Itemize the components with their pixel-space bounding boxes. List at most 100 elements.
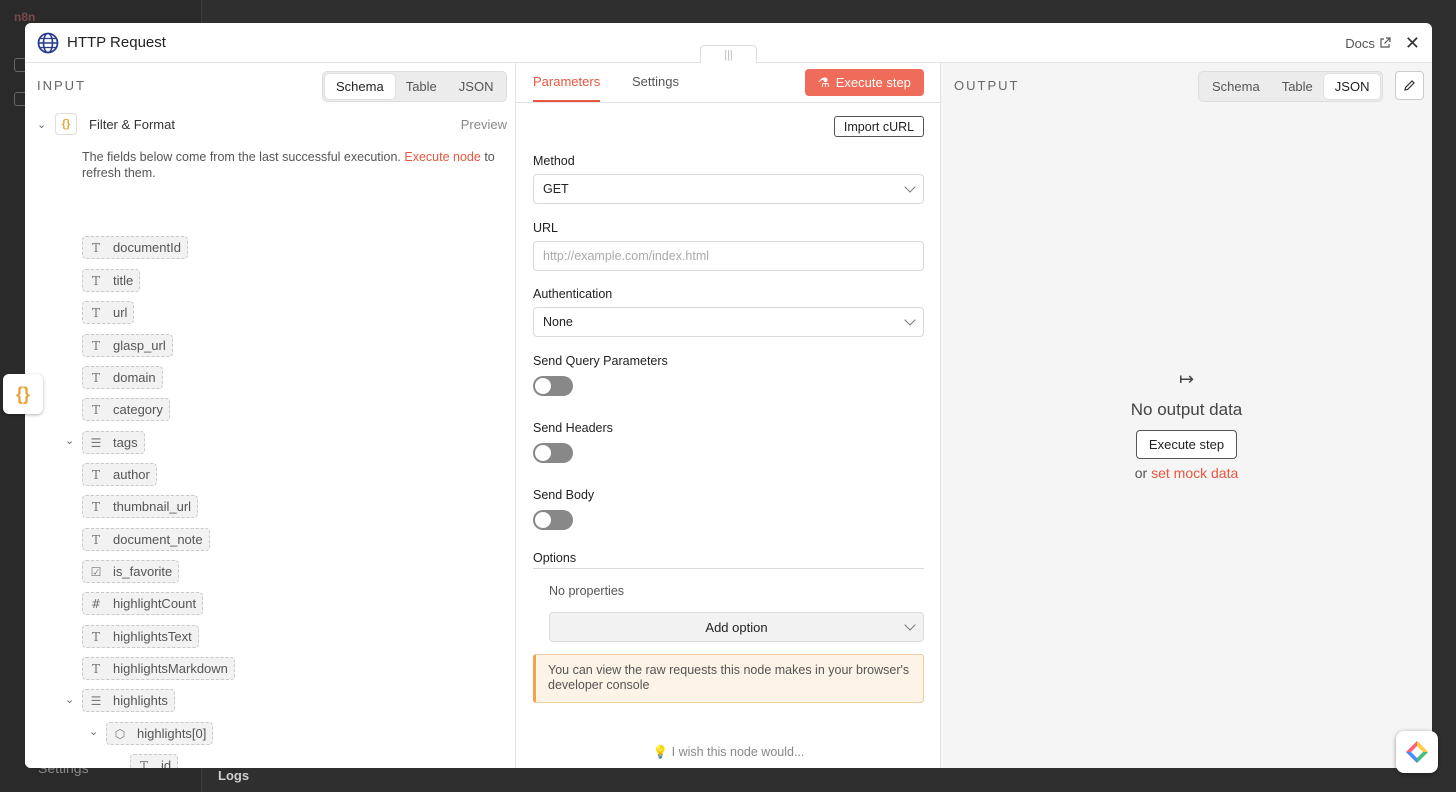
- input-label: INPUT: [37, 78, 86, 93]
- authentication-label: Authentication: [533, 287, 613, 301]
- input-view-toggle: Schema Table JSON: [322, 71, 508, 102]
- schema-field[interactable]: Tauthor: [82, 463, 157, 486]
- schema-field[interactable]: ⬡ highlights[0]: [106, 722, 214, 745]
- preview-label: Preview: [460, 116, 507, 132]
- assistant-fab[interactable]: [1396, 731, 1438, 773]
- url-input[interactable]: [533, 241, 924, 271]
- chevron-down-icon: [904, 181, 916, 193]
- number-type-icon: #: [90, 596, 102, 611]
- schema-field[interactable]: ThighlightsText: [82, 625, 199, 648]
- schema-field[interactable]: Tdocument_note: [82, 528, 210, 551]
- add-option-label: Add option: [705, 619, 768, 635]
- schema-field[interactable]: Tid: [130, 754, 179, 769]
- edit-output-button[interactable]: [1395, 71, 1424, 100]
- send-headers-toggle[interactable]: [533, 443, 573, 463]
- field-name: document_note: [113, 532, 203, 547]
- close-icon[interactable]: ✕: [1405, 34, 1420, 52]
- docs-link[interactable]: Docs: [1345, 36, 1391, 51]
- execute-node-link[interactable]: Execute node: [404, 150, 480, 164]
- chevron-down-icon[interactable]: ⌄: [65, 434, 74, 447]
- schema-field[interactable]: Tdomain: [82, 366, 163, 389]
- set-mock-data-link[interactable]: set mock data: [1151, 465, 1238, 481]
- chevron-down-icon[interactable]: ⌄: [65, 693, 74, 706]
- schema-field[interactable]: Turl: [82, 301, 135, 324]
- send-body-label: Send Body: [533, 488, 595, 502]
- logs-label[interactable]: Logs: [218, 768, 249, 783]
- field-name: glasp_url: [113, 338, 166, 353]
- schema-field[interactable]: ☰ tags: [82, 431, 145, 454]
- feedback-link[interactable]: 💡 I wish this node would...: [516, 745, 940, 760]
- text-type-icon: T: [91, 402, 100, 417]
- or-text: or: [1134, 465, 1148, 481]
- field-name: domain: [113, 370, 156, 385]
- feedback-text: I wish this node would...: [671, 745, 805, 759]
- schema-field[interactable]: ThighlightsMarkdown: [82, 657, 235, 680]
- field-name: tags: [113, 435, 138, 450]
- output-view-json[interactable]: JSON: [1323, 74, 1381, 99]
- field-name: highlights: [113, 693, 168, 708]
- input-view-table[interactable]: Table: [395, 74, 448, 99]
- text-type-icon: T: [91, 370, 100, 385]
- input-node-name: Filter & Format: [89, 116, 175, 132]
- options-divider: [533, 568, 924, 569]
- input-node-row[interactable]: ⌄ {} Filter & Format Preview: [37, 111, 507, 137]
- field-name: is_favorite: [113, 564, 173, 579]
- output-view-schema[interactable]: Schema: [1201, 74, 1271, 99]
- method-label: Method: [533, 154, 575, 168]
- text-type-icon: T: [91, 467, 100, 482]
- chevron-down-icon[interactable]: ⌄: [37, 118, 55, 131]
- schema-field[interactable]: ☑ is_favorite: [82, 560, 180, 583]
- tab-parameters[interactable]: Parameters: [533, 74, 601, 102]
- app-logo: n8n: [14, 10, 36, 24]
- output-execute-step-button[interactable]: Execute step: [1135, 430, 1238, 459]
- field-name: author: [113, 467, 150, 482]
- schema-field[interactable]: TdocumentId: [82, 236, 188, 259]
- output-label: OUTPUT: [954, 78, 1020, 93]
- text-type-icon: T: [91, 240, 100, 255]
- authentication-value: None: [543, 315, 573, 329]
- info-notice: You can view the raw requests this node …: [533, 654, 924, 703]
- send-body-toggle[interactable]: [533, 510, 573, 530]
- field-name: category: [113, 402, 163, 417]
- output-view-table[interactable]: Table: [1271, 74, 1324, 99]
- pencil-icon: [1404, 80, 1415, 91]
- text-type-icon: T: [91, 338, 100, 353]
- send-query-label: Send Query Parameters: [533, 354, 668, 368]
- schema-field[interactable]: # highlightCount: [82, 592, 204, 615]
- schema-field[interactable]: Ttitle: [82, 269, 141, 292]
- schema-field[interactable]: ☰ highlights: [82, 689, 175, 712]
- schema-field[interactable]: Tglasp_url: [82, 334, 173, 357]
- input-view-json[interactable]: JSON: [448, 74, 505, 99]
- url-label: URL: [533, 221, 559, 235]
- authentication-select[interactable]: None: [533, 307, 924, 337]
- send-query-toggle[interactable]: [533, 376, 573, 396]
- input-view-schema[interactable]: Schema: [325, 74, 395, 99]
- node-modal: HTTP Request Docs ✕ ||| INPUT Schema Tab…: [25, 23, 1432, 768]
- field-name: thumbnail_url: [113, 499, 192, 514]
- schema-field[interactable]: Tcategory: [82, 398, 170, 421]
- input-node-badge[interactable]: {}: [3, 374, 43, 414]
- method-value: GET: [543, 182, 569, 196]
- method-select[interactable]: GET: [533, 174, 924, 204]
- code-braces-icon: {}: [55, 113, 77, 135]
- text-type-icon: T: [91, 305, 100, 320]
- tab-settings[interactable]: Settings: [632, 74, 679, 100]
- checkbox-type-icon: ☑: [90, 564, 102, 579]
- execute-step-button[interactable]: ⚗ Execute step: [805, 69, 924, 96]
- chevron-down-icon[interactable]: ⌄: [89, 725, 98, 738]
- text-type-icon: T: [91, 532, 100, 547]
- panel-drag-handle[interactable]: |||: [700, 45, 757, 65]
- import-curl-button[interactable]: Import cURL: [834, 116, 924, 137]
- text-type-icon: T: [91, 499, 100, 514]
- field-name: highlightsMarkdown: [113, 661, 228, 676]
- text-type-icon: T: [139, 758, 148, 769]
- field-name: documentId: [113, 240, 181, 255]
- add-option-button[interactable]: Add option: [549, 612, 924, 642]
- external-link-icon: [1380, 37, 1391, 48]
- no-properties-text: No properties: [549, 584, 625, 598]
- param-tabs: Parameters Settings ⚗ Execute step: [516, 63, 940, 103]
- text-type-icon: T: [91, 273, 100, 288]
- no-output-title: No output data: [1130, 400, 1243, 419]
- text-type-icon: T: [91, 661, 100, 676]
- schema-field[interactable]: Tthumbnail_url: [82, 495, 199, 518]
